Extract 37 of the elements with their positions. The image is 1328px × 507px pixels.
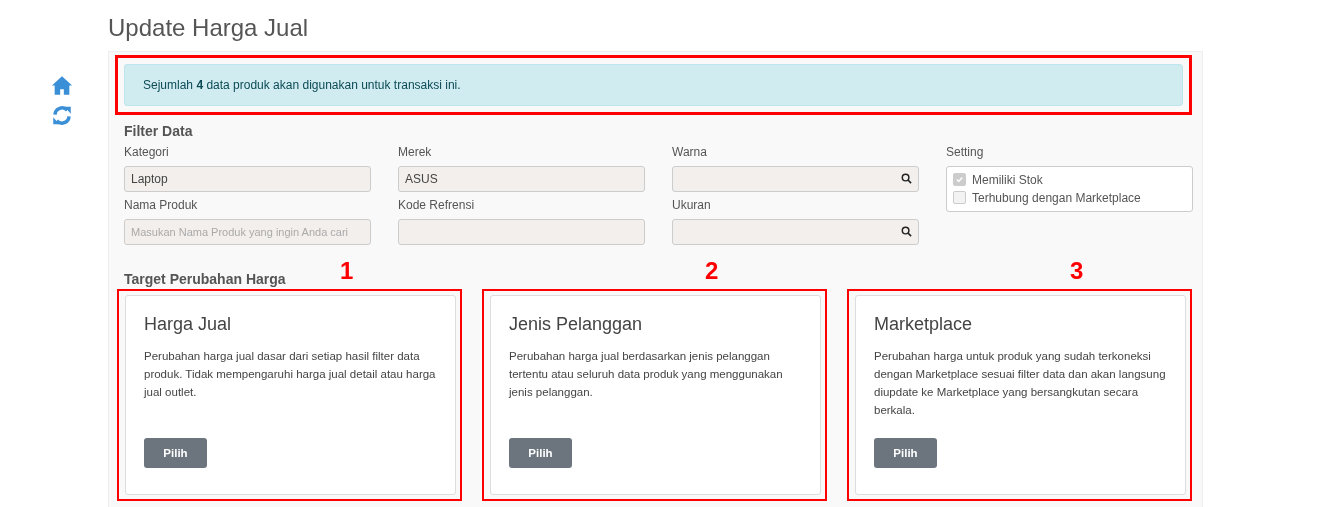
checkbox[interactable] (953, 173, 966, 187)
refresh-icon[interactable] (51, 105, 73, 126)
field-label: Warna (672, 144, 708, 159)
checkbox[interactable] (953, 191, 966, 205)
choose-button[interactable]: Pilih (144, 437, 207, 468)
card-description: Perubahan harga jual berdasarkan jenis pelanggan tertentu atau seluruh data produk yang menggunakan jenis pelanggan. (509, 348, 784, 400)
search-field[interactable] (672, 218, 919, 245)
field-label: Merek (398, 144, 433, 159)
section-title: Target Perubahan Harga (124, 270, 286, 287)
check-icon (955, 175, 964, 185)
card-title: Jenis Pelanggan (509, 313, 644, 335)
card-description: Perubahan harga jual dasar dari setiap hasil filter data produk. Tidak mempengaruhi harga jual detail atau harga jual outlet. (144, 348, 437, 400)
search-icon[interactable] (901, 226, 912, 238)
field-label: Setting (946, 144, 985, 159)
input-field[interactable] (398, 218, 645, 245)
checkbox-label: Memiliki Stok (972, 172, 1043, 187)
annotation-number: 3 (1070, 256, 1084, 285)
card-title: Marketplace (874, 313, 974, 335)
field-label: Kode Refrensi (398, 197, 476, 212)
input-field[interactable]: Laptop (124, 165, 371, 192)
field-label: Kategori (124, 144, 170, 159)
input-field[interactable]: ASUS (398, 165, 645, 192)
annotation-number: 1 (340, 256, 354, 285)
info-alert: Sejumlah 4 data produk akan digunakan untuk transaksi ini. (124, 63, 1183, 106)
search-field[interactable] (672, 165, 919, 192)
field-label: Nama Produk (124, 197, 199, 212)
card-title: Harga Jual (144, 313, 233, 335)
search-icon[interactable] (901, 173, 912, 185)
checkbox-label: Terhubung dengan Marketplace (972, 190, 1141, 205)
home-icon[interactable] (51, 75, 73, 96)
page-title: Update Harga Jual (108, 14, 310, 43)
annotation-number: 2 (705, 256, 719, 285)
field-label: Ukuran (672, 197, 712, 212)
choose-button[interactable]: Pilih (874, 437, 937, 468)
card-description: Perubahan harga untuk produk yang sudah terkoneksi dengan Marketplace sesuai filter data dan akan langsung diupdate ke Marketplace yang bersangkutan secara berkala. (874, 348, 1167, 418)
choose-button[interactable]: Pilih (509, 437, 572, 468)
section-title: Filter Data (124, 122, 193, 139)
